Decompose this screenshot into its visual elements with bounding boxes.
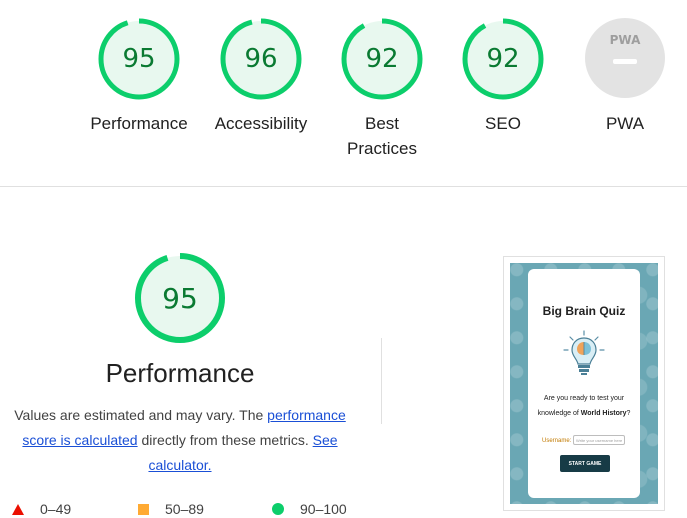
performance-description: Values are estimated and may vary. The p…: [6, 403, 354, 478]
description-text: Values are estimated and may vary. The: [14, 407, 268, 423]
gauge-label-seo: SEO: [485, 114, 521, 133]
start-game-button: START GAME: [560, 455, 610, 472]
performance-gauge: 95: [134, 252, 226, 344]
gauge-score: 92: [486, 44, 520, 74]
gauge-seo[interactable]: 92: [462, 18, 544, 100]
vertical-divider: [381, 338, 382, 424]
final-screenshot[interactable]: Big Brain Quiz Are you ready to test you…: [503, 256, 665, 511]
performance-score: 95: [162, 281, 198, 315]
gauge-label-line: Practices: [347, 139, 417, 158]
lightbulb-brain-icon: [563, 330, 605, 375]
quiz-question: Are you ready to test your knowledge of …: [532, 391, 636, 421]
description-text: directly from these metrics.: [137, 432, 313, 448]
pwa-dash-icon: [613, 59, 637, 64]
legend-range: 90–100: [300, 501, 347, 517]
section-divider: [0, 186, 687, 187]
username-label: Username:: [542, 438, 572, 444]
circle-icon: [272, 503, 284, 515]
gauge-label-pwa: PWA: [605, 114, 645, 133]
screenshot-image: Big Brain Quiz Are you ready to test you…: [510, 263, 658, 504]
username-input: Write your username here: [573, 435, 625, 445]
gauge-label-best-practices: Best Practices: [317, 111, 447, 161]
gauge-label-accessibility: Accessibility: [214, 114, 308, 133]
gauge-label-performance: Performance: [90, 114, 188, 133]
question-text: ?: [626, 410, 631, 417]
gauge-accessibility[interactable]: 96: [220, 18, 302, 100]
gauge-pwa[interactable]: PWA: [585, 18, 665, 98]
square-icon: [138, 503, 149, 515]
question-topic: World History: [580, 410, 627, 417]
gauge-score: 95: [122, 44, 156, 74]
gauge-performance[interactable]: 95: [98, 18, 180, 100]
legend-range: 0–49: [40, 501, 72, 517]
legend-range: 50–89: [165, 501, 204, 517]
quiz-title: Big Brain Quiz: [542, 304, 626, 318]
gauge-best-practices[interactable]: 92: [341, 18, 423, 100]
gauge-label-line: Best: [364, 114, 400, 133]
performance-title: Performance: [105, 358, 255, 388]
triangle-icon: [12, 503, 24, 515]
legend-average: 50–89: [138, 501, 204, 517]
pwa-badge-text: PWA: [609, 33, 641, 47]
gauge-score: 96: [244, 44, 278, 74]
quiz-card: Big Brain Quiz Are you ready to test you…: [528, 269, 640, 498]
gauge-score: 92: [365, 44, 399, 74]
legend-fail: 0–49: [12, 501, 71, 517]
legend-pass: 90–100: [272, 501, 347, 517]
